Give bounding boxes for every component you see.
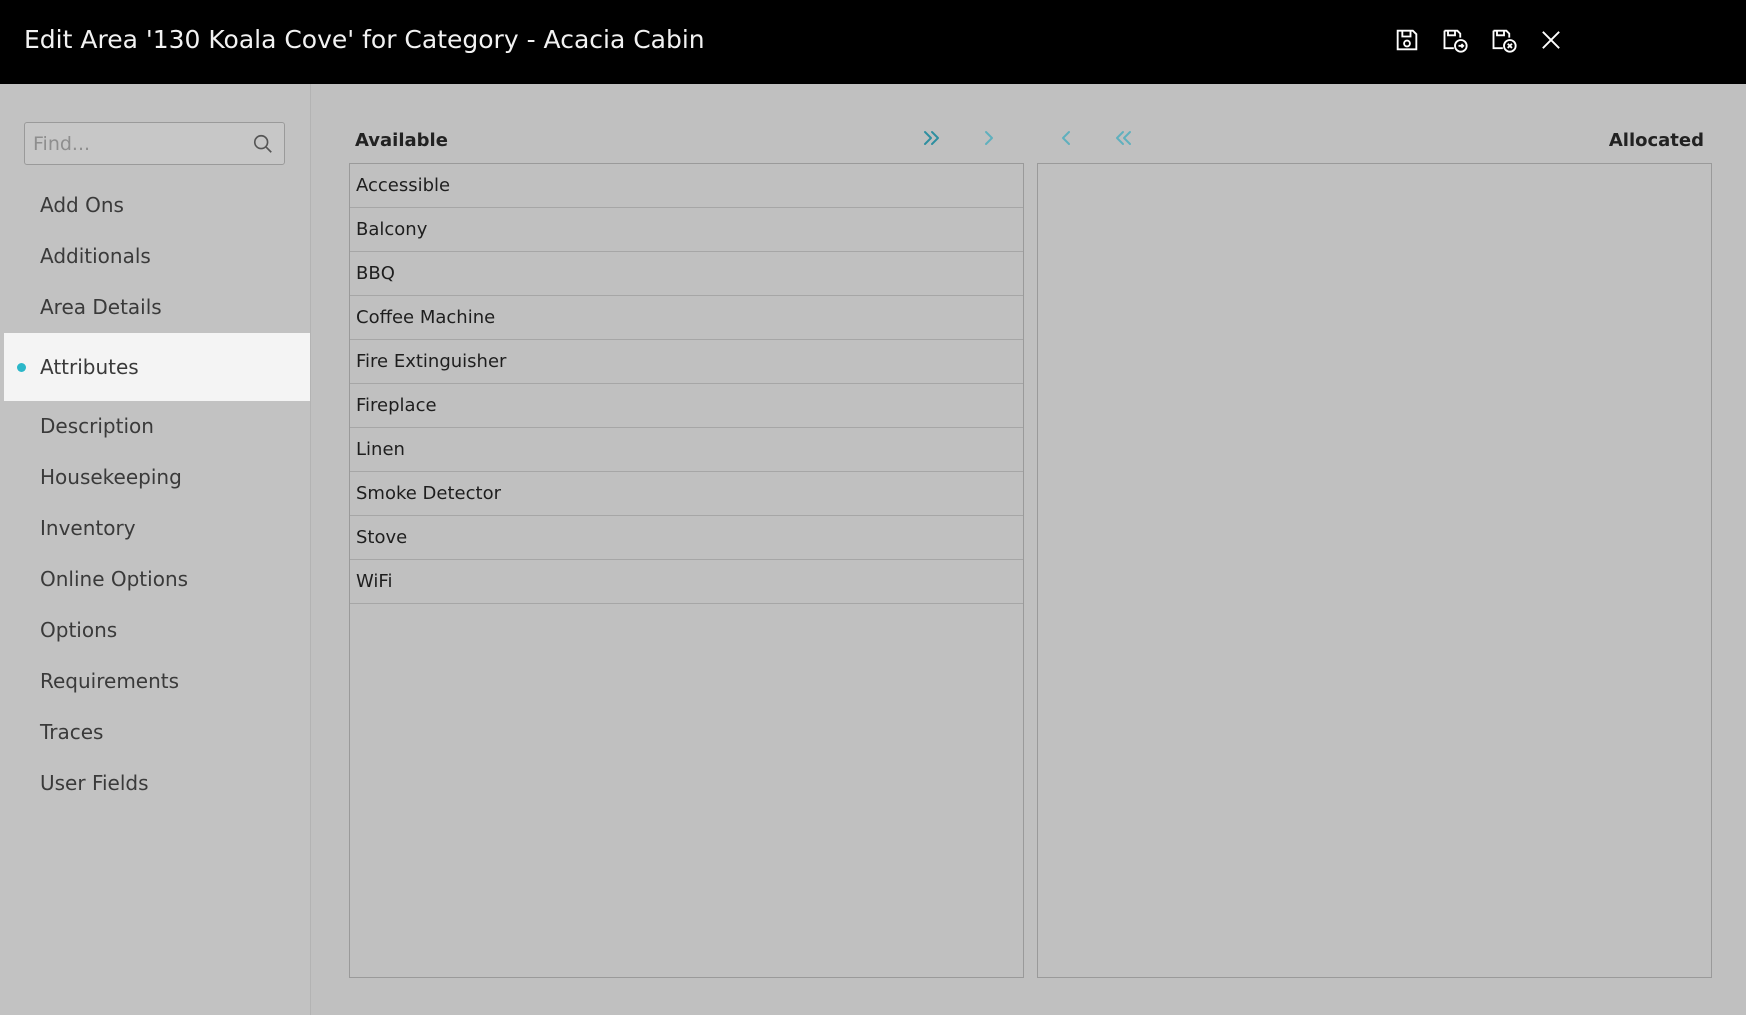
allocated-list[interactable] — [1037, 163, 1712, 978]
save-icon — [1393, 26, 1421, 58]
sidebar-item-description[interactable]: Description — [4, 401, 310, 452]
move-left-button[interactable] — [1050, 124, 1082, 156]
attributes-panel: Available Allocated Accessible Balcony B… — [312, 84, 1746, 1015]
sidebar-item-additionals[interactable]: Additionals — [4, 231, 310, 282]
allocated-header: Allocated — [1608, 130, 1704, 151]
sidebar-item-area-details[interactable]: Area Details — [4, 282, 310, 333]
move-right-button[interactable] — [973, 124, 1005, 156]
sidebar-item-traces[interactable]: Traces — [4, 707, 310, 758]
save-and-close-button[interactable] — [1489, 27, 1519, 57]
list-item[interactable]: Fire Extinguisher — [350, 340, 1023, 384]
save-button[interactable] — [1392, 27, 1422, 57]
list-item[interactable]: Linen — [350, 428, 1023, 472]
available-list[interactable]: Accessible Balcony BBQ Coffee Machine Fi… — [349, 163, 1024, 978]
double-chevron-right-icon — [920, 126, 944, 154]
sidebar-item-options[interactable]: Options — [4, 605, 310, 656]
list-item[interactable]: Smoke Detector — [350, 472, 1023, 516]
save-close-icon — [1490, 26, 1518, 58]
close-button[interactable] — [1536, 27, 1566, 57]
available-header: Available — [355, 130, 448, 151]
sidebar: Add Ons Additionals Area Details Attribu… — [0, 84, 311, 1015]
search-box — [24, 122, 285, 165]
double-chevron-left-icon — [1111, 126, 1135, 154]
close-icon — [1537, 26, 1565, 58]
list-item[interactable]: Fireplace — [350, 384, 1023, 428]
list-item[interactable]: Stove — [350, 516, 1023, 560]
sidebar-item-add-ons[interactable]: Add Ons — [4, 180, 310, 231]
sidebar-item-attributes[interactable]: Attributes — [4, 333, 310, 401]
sidebar-item-housekeeping[interactable]: Housekeeping — [4, 452, 310, 503]
list-item[interactable]: Balcony — [350, 208, 1023, 252]
sidebar-item-inventory[interactable]: Inventory — [4, 503, 310, 554]
save-and-exit-button[interactable] — [1440, 27, 1470, 57]
save-exit-icon — [1441, 26, 1469, 58]
list-item[interactable]: WiFi — [350, 560, 1023, 604]
window-title: Edit Area '130 Koala Cove' for Category … — [24, 25, 705, 54]
active-indicator-dot — [17, 363, 26, 372]
list-item[interactable]: Coffee Machine — [350, 296, 1023, 340]
move-all-right-button[interactable] — [916, 124, 948, 156]
sidebar-item-requirements[interactable]: Requirements — [4, 656, 310, 707]
sidebar-item-online-options[interactable]: Online Options — [4, 554, 310, 605]
title-bar: Edit Area '130 Koala Cove' for Category … — [0, 0, 1746, 84]
sidebar-nav: Add Ons Additionals Area Details Attribu… — [4, 180, 310, 809]
chevron-right-icon — [977, 126, 1001, 154]
move-all-left-button[interactable] — [1107, 124, 1139, 156]
sidebar-item-user-fields[interactable]: User Fields — [4, 758, 310, 809]
search-icon[interactable] — [252, 133, 274, 155]
list-item[interactable]: Accessible — [350, 164, 1023, 208]
search-input[interactable] — [25, 123, 245, 164]
chevron-left-icon — [1054, 126, 1078, 154]
list-item[interactable]: BBQ — [350, 252, 1023, 296]
